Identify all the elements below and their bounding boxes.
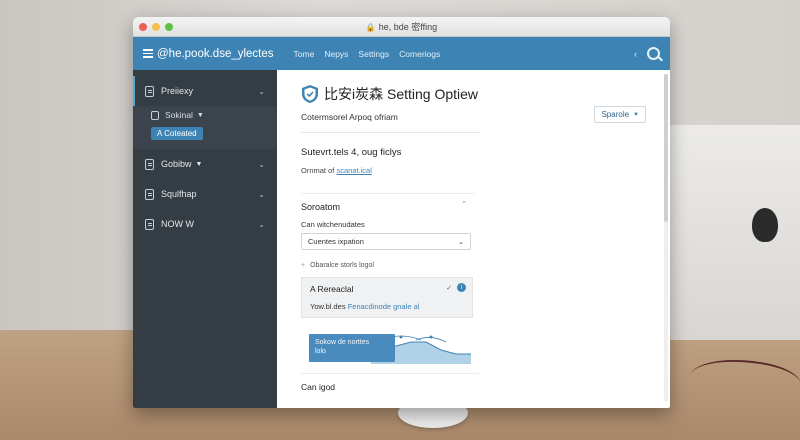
nav-item-tome[interactable]: Tome: [294, 49, 315, 59]
card-heading: A Rereaclal: [310, 284, 354, 294]
chevron-down-icon: ⌄: [458, 238, 464, 246]
sparole-dropdown[interactable]: Sparole ▼: [594, 106, 646, 123]
window-titlebar: 🔒 he, bde 密ffing: [133, 17, 670, 37]
top-nav: Tome Nepys Settings Comeriogs: [294, 49, 441, 59]
caret-down-icon: ▼: [196, 111, 204, 119]
field-label: Can witchenudates: [301, 220, 365, 229]
card-sub-link[interactable]: Fenacdinode gnale al: [348, 302, 420, 311]
chevron-down-icon[interactable]: ⌄: [258, 190, 265, 199]
chart-tooltip: Sokow de norttes lolo: [309, 334, 395, 362]
document-icon: [151, 110, 159, 120]
lock-icon: 🔒: [365, 23, 376, 32]
info-icon[interactable]: i: [457, 283, 466, 292]
sidebar-subitem-label: Sokinal: [165, 110, 193, 120]
document-icon: [145, 158, 154, 170]
tooltip-line: Sokow de norttes: [315, 339, 370, 346]
sidebar: Preiiexy ⌄ Sokinal ▼ A Coteated Gobibw ▼…: [133, 70, 277, 408]
section-meta: Ornmat of scanat.ical: [301, 166, 670, 175]
chevron-up-icon[interactable]: ⌃: [461, 200, 467, 208]
sidebar-item-label: NOW W: [161, 219, 194, 229]
tooltip-line: lolo: [315, 348, 326, 355]
card-actions: ✓ i: [446, 283, 466, 292]
settings-panel: Soroatom ⌃ Can witchenudates Cuentes ixp…: [301, 193, 475, 364]
sidebar-item-squlfhap[interactable]: Squlfhap ⌄: [133, 179, 277, 209]
sidebar-item-label: Preiiexy: [161, 86, 194, 96]
chevron-down-icon[interactable]: ⌄: [258, 160, 265, 169]
sidebar-item-preiiexy[interactable]: Preiiexy ⌄: [133, 76, 277, 106]
check-icon[interactable]: ✓: [446, 284, 452, 292]
sidebar-item-now-w[interactable]: NOW W ⌄: [133, 209, 277, 239]
page-header: 比安i炭森 Setting Optiew: [301, 84, 670, 104]
add-item-row[interactable]: + Obaralce storls logol: [301, 262, 475, 269]
document-icon: [145, 188, 154, 200]
nav-item-nepys[interactable]: Nepys: [324, 49, 348, 59]
meta-link[interactable]: scanat.ical: [336, 166, 371, 175]
window-title-text: he, bde 密ffing: [378, 22, 438, 32]
scrollbar-thumb[interactable]: [664, 74, 668, 222]
meta-prefix: Ornmat of: [301, 166, 335, 175]
app-header: @he.pook.dse_ylectes Tome Nepys Settings…: [133, 37, 670, 70]
search-icon[interactable]: [647, 47, 660, 60]
sidebar-item-label: Squlfhap: [161, 189, 197, 199]
add-item-label: Obaralce storls logol: [310, 262, 374, 269]
header-actions: ‹: [634, 47, 660, 60]
app-title: @he.pook.dse_ylectes: [157, 47, 274, 60]
option-select[interactable]: Cuentes ixpation ⌄: [301, 233, 471, 250]
chevron-down-icon[interactable]: ⌄: [258, 220, 265, 229]
chevron-left-icon[interactable]: ‹: [634, 49, 637, 59]
chevron-down-icon[interactable]: ⌄: [258, 87, 265, 96]
nav-item-settings[interactable]: Settings: [358, 49, 389, 59]
app-window: 🔒 he, bde 密ffing @he.pook.dse_ylectes Tom…: [133, 17, 670, 408]
footer-row[interactable]: Can igod: [301, 373, 479, 392]
background-monitor: [668, 125, 800, 340]
window-title: 🔒 he, bde 密ffing: [133, 20, 670, 33]
card-subtext: Yow.bl.des Fenacdinode gnale al: [310, 302, 464, 311]
panel-heading: Soroatom ⌃: [301, 200, 475, 212]
main-content: 比安i炭森 Setting Optiew Cotermsorel Arpoq o…: [277, 70, 670, 408]
shield-icon: [302, 85, 318, 103]
dropdown-label: Sparole: [601, 110, 630, 119]
plus-icon: +: [301, 262, 306, 269]
mini-chart: Sokow de norttes lolo: [301, 332, 473, 364]
caret-down-icon: ▼: [633, 111, 639, 118]
nav-item-comeriogs[interactable]: Comeriogs: [399, 49, 440, 59]
panel-heading-text: Soroatom: [301, 202, 341, 212]
section-heading: Sutevrt.tels 4, oug ficlys: [301, 147, 402, 158]
sidebar-item-label: Gobibw: [161, 159, 192, 169]
divider: [301, 132, 480, 133]
caret-down-icon: ▼: [195, 160, 203, 168]
document-icon: [145, 85, 154, 97]
sidebar-submenu: Sokinal ▼ A Coteated: [133, 106, 277, 149]
select-value: Cuentes ixpation: [308, 237, 364, 246]
menu-icon[interactable]: [143, 49, 153, 58]
app-body: Preiiexy ⌄ Sokinal ▼ A Coteated Gobibw ▼…: [133, 70, 670, 408]
page-title: 比安i炭森 Setting Optiew: [324, 86, 479, 102]
sidebar-item-gobibw[interactable]: Gobibw ▼ ⌄: [133, 149, 277, 179]
card-sub-prefix: Yow.bl.des: [310, 302, 346, 311]
rereaclal-card[interactable]: A Rereaclal ✓ i Yow.bl.des Fenacdinode g…: [301, 277, 473, 318]
status-badge[interactable]: A Coteated: [151, 127, 203, 140]
scrollbar[interactable]: [664, 74, 668, 402]
document-icon: [145, 218, 154, 230]
sidebar-subitem-sokinal[interactable]: Sokinal ▼: [151, 110, 265, 120]
apple-logo-icon: [752, 208, 778, 242]
